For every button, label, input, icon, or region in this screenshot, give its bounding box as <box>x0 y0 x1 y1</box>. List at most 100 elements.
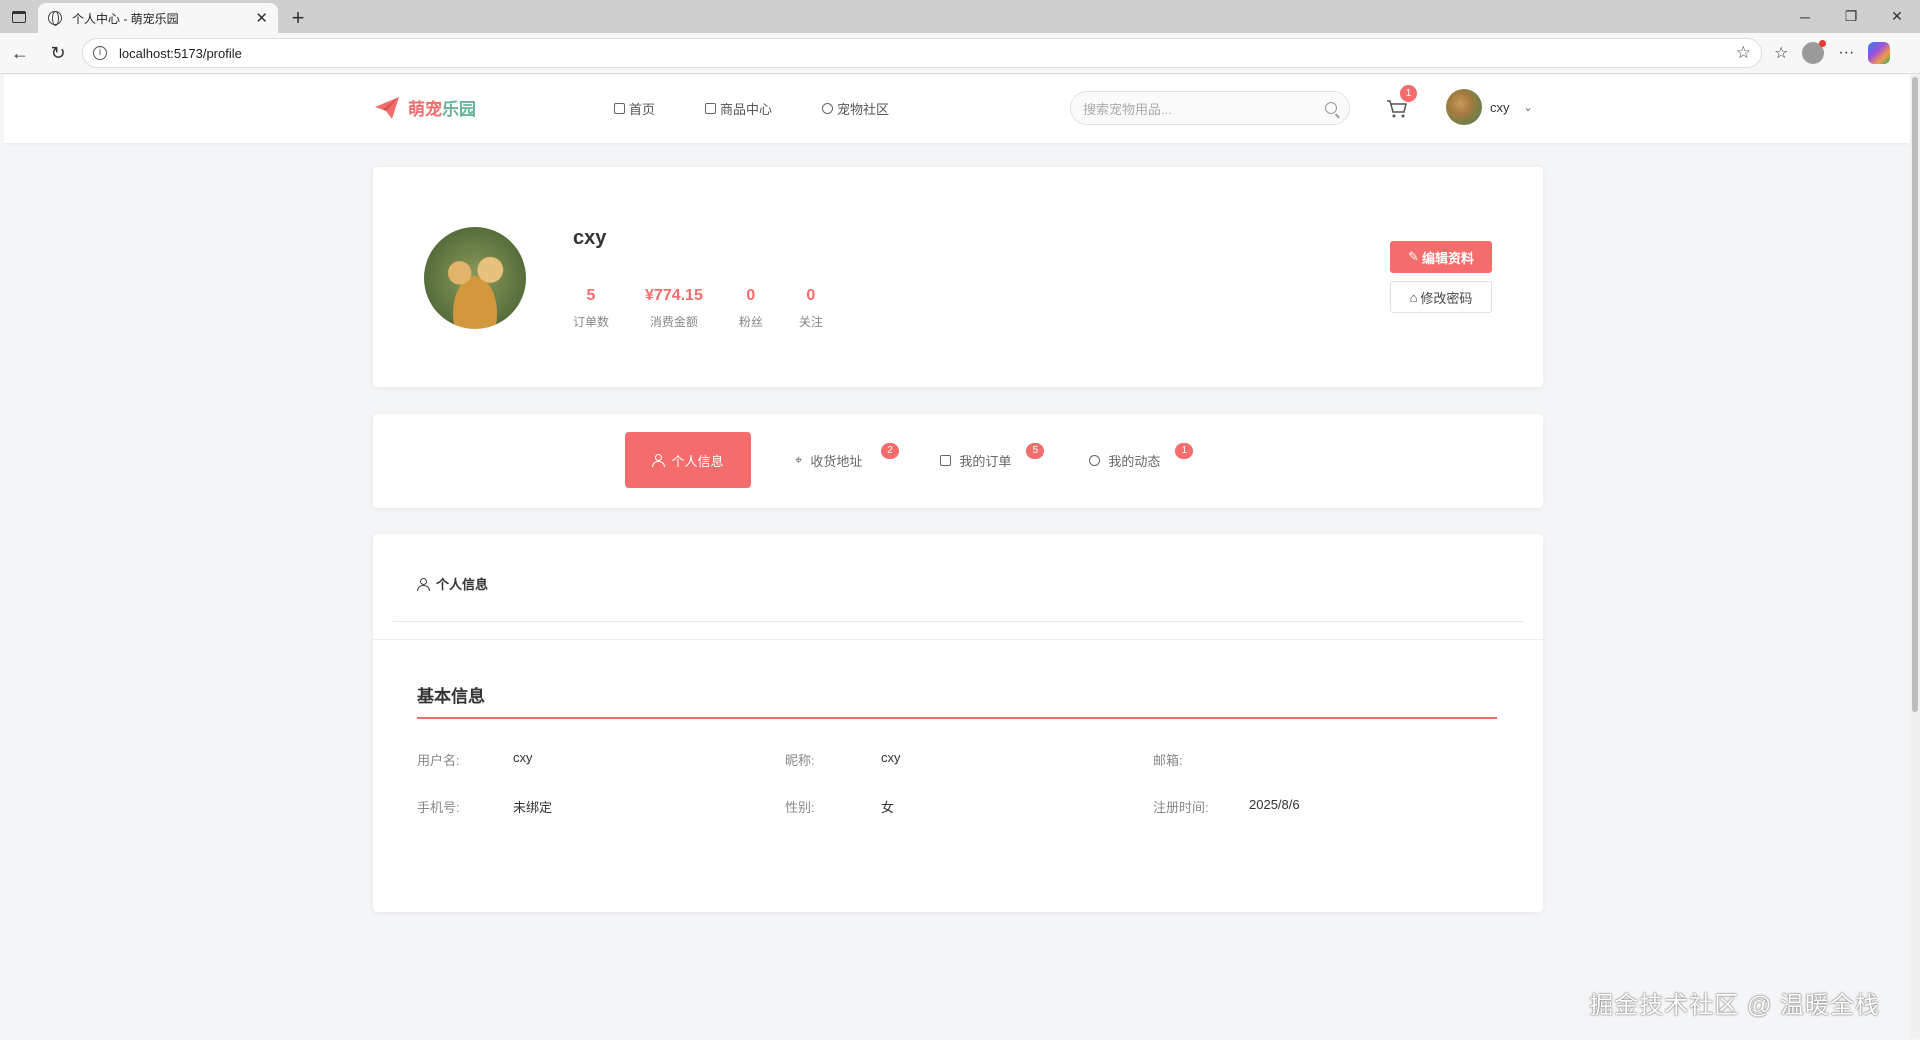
nav-home-label: 首页 <box>629 102 656 117</box>
tab-label: 个人信息 <box>671 453 724 469</box>
edit-profile-button[interactable]: ✎ 编辑资料 <box>1390 241 1492 273</box>
divider <box>373 639 1543 640</box>
location-pin-icon: ⌖ <box>795 452 803 467</box>
nav-products-label: 商品中心 <box>720 102 773 117</box>
divider <box>393 621 1523 622</box>
more-menu-icon[interactable]: ··· <box>1838 44 1854 62</box>
tab-label: 收货地址 <box>810 453 863 469</box>
home-icon <box>614 103 625 114</box>
user-menu[interactable]: cxy ⌄ <box>1446 89 1533 125</box>
nav-community[interactable]: 宠物社区 <box>822 99 889 118</box>
stat-value: 0 <box>806 287 816 304</box>
cart-badge: 1 <box>1400 85 1417 102</box>
tab-label: 我的动态 <box>1108 453 1161 469</box>
stat-label: 关注 <box>798 315 823 329</box>
globe-icon <box>48 11 62 26</box>
edit-icon: ✎ <box>1408 249 1419 264</box>
personal-info-card: 个人信息 基本信息 用户名: cxy 昵称: cxy 邮箱: 手机号: 未绑定 … <box>373 534 1543 912</box>
stat-orders: 5 订单数 <box>573 287 609 330</box>
new-tab-button[interactable]: + <box>282 3 314 33</box>
field-value: cxy <box>513 750 533 765</box>
stat-label: 订单数 <box>573 315 610 329</box>
tab-badge: 2 <box>881 443 899 459</box>
paper-plane-icon <box>375 96 399 119</box>
search-placeholder: 搜索宠物用品... <box>1083 101 1172 117</box>
tab-badge: 1 <box>1175 443 1194 459</box>
tab-badge: 5 <box>1026 443 1045 459</box>
logo-text-b: 乐园 <box>442 100 476 119</box>
stat-label: 消费金额 <box>649 315 698 329</box>
field-value: 未绑定 <box>513 800 553 815</box>
bag-icon <box>705 103 717 114</box>
window-menu-icon[interactable] <box>0 0 38 33</box>
restore-icon[interactable]: ❐ <box>1828 0 1874 33</box>
cart-icon[interactable] <box>1386 99 1408 119</box>
site-logo[interactable]: 萌宠乐园 <box>374 95 476 120</box>
header-username: cxy <box>1490 99 1510 115</box>
field-key: 注册时间: <box>1153 800 1209 815</box>
nav-products[interactable]: 商品中心 <box>705 99 772 118</box>
nav-home[interactable]: 首页 <box>614 99 655 118</box>
minimize-icon[interactable]: ─ <box>1782 0 1828 33</box>
field-username: 用户名: cxy <box>417 750 533 769</box>
page-viewport: 萌宠乐园 首页 商品中心 宠物社区 搜索宠物用品... 1 cxy ⌄ cxy … <box>4 75 1910 1038</box>
browser-profile-icon[interactable] <box>1802 40 1827 64</box>
bag-icon <box>940 454 952 466</box>
info-card-title: 个人信息 <box>436 577 489 592</box>
change-password-button[interactable]: ⌂ 修改密码 <box>1390 281 1492 313</box>
field-key: 用户名: <box>417 753 460 768</box>
profile-card: cxy 5 订单数 ¥774.15 消费金额 0 粉丝 0 关注 ✎ 编辑资料 <box>373 167 1543 387</box>
user-icon <box>652 454 666 467</box>
logo-text: 萌宠乐园 <box>408 95 476 120</box>
favorite-star-icon[interactable]: ☆ <box>1736 43 1751 63</box>
field-key: 手机号: <box>417 800 460 815</box>
stat-label: 粉丝 <box>738 315 763 329</box>
tab-close-icon[interactable]: ✕ <box>255 9 268 27</box>
tab-posts[interactable]: 我的动态 1 <box>1065 432 1194 488</box>
profile-avatar <box>424 227 526 329</box>
field-value: cxy <box>881 750 901 765</box>
site-info-icon[interactable]: i <box>93 46 107 60</box>
stat-followers: 0 粉丝 <box>739 287 763 330</box>
stat-spend: ¥774.15 消费金额 <box>645 287 703 330</box>
field-register-time: 注册时间: 2025/8/6 <box>1153 797 1300 816</box>
field-nickname: 昵称: cxy <box>785 750 901 769</box>
close-window-icon[interactable]: ✕ <box>1874 0 1920 33</box>
change-password-label: 修改密码 <box>1420 290 1473 306</box>
tab-title: 个人中心 - 萌宠乐园 <box>72 11 179 26</box>
chat-icon <box>822 103 834 114</box>
field-key: 邮箱: <box>1153 753 1183 768</box>
info-card-header: 个人信息 <box>417 574 488 593</box>
lock-icon: ⌂ <box>1409 289 1418 305</box>
field-value: 女 <box>881 800 895 815</box>
user-icon <box>417 577 430 591</box>
search-input[interactable]: 搜索宠物用品... <box>1070 91 1350 125</box>
back-icon[interactable]: ← <box>2 37 38 69</box>
page-scrollbar[interactable] <box>1910 75 1920 1038</box>
tab-personal-info[interactable]: 个人信息 <box>625 432 751 488</box>
scrollbar-thumb[interactable] <box>1912 77 1918 712</box>
window-controls: ─ ❐ ✕ <box>1782 0 1920 33</box>
avatar <box>1446 89 1482 125</box>
section-underline <box>417 717 1497 719</box>
nav-community-label: 宠物社区 <box>837 102 890 117</box>
profile-tabs-card: 个人信息 ⌖ 收货地址 2 我的订单 5 我的动态 1 <box>373 414 1543 508</box>
field-phone: 手机号: 未绑定 <box>417 797 552 816</box>
tab-label: 我的订单 <box>959 453 1012 469</box>
browser-tab[interactable]: 个人中心 - 萌宠乐园 ✕ <box>38 3 278 33</box>
copilot-icon[interactable] <box>1868 42 1891 64</box>
url-field[interactable]: i localhost:5173/profile ☆ <box>82 38 1762 68</box>
address-bar-row: ← ↻ i localhost:5173/profile ☆ ☆ ··· <box>0 33 1920 74</box>
field-gender: 性别: 女 <box>785 797 894 816</box>
stat-value: 0 <box>746 287 756 304</box>
tab-orders[interactable]: 我的订单 5 <box>916 432 1045 488</box>
reload-icon[interactable]: ↻ <box>40 37 76 69</box>
tab-addresses[interactable]: ⌖ 收货地址 2 <box>771 432 899 488</box>
site-header: 萌宠乐园 首页 商品中心 宠物社区 搜索宠物用品... 1 cxy ⌄ <box>4 75 1910 143</box>
favorites-icon[interactable]: ☆ <box>1774 43 1788 63</box>
search-icon[interactable] <box>1325 102 1337 114</box>
profile-tabs: 个人信息 ⌖ 收货地址 2 我的订单 5 我的动态 1 <box>625 432 1194 488</box>
browser-tabbar: 个人中心 - 萌宠乐园 ✕ + ─ ❐ ✕ <box>0 0 1920 33</box>
field-email: 邮箱: <box>1153 750 1249 769</box>
chat-icon <box>1089 454 1101 466</box>
